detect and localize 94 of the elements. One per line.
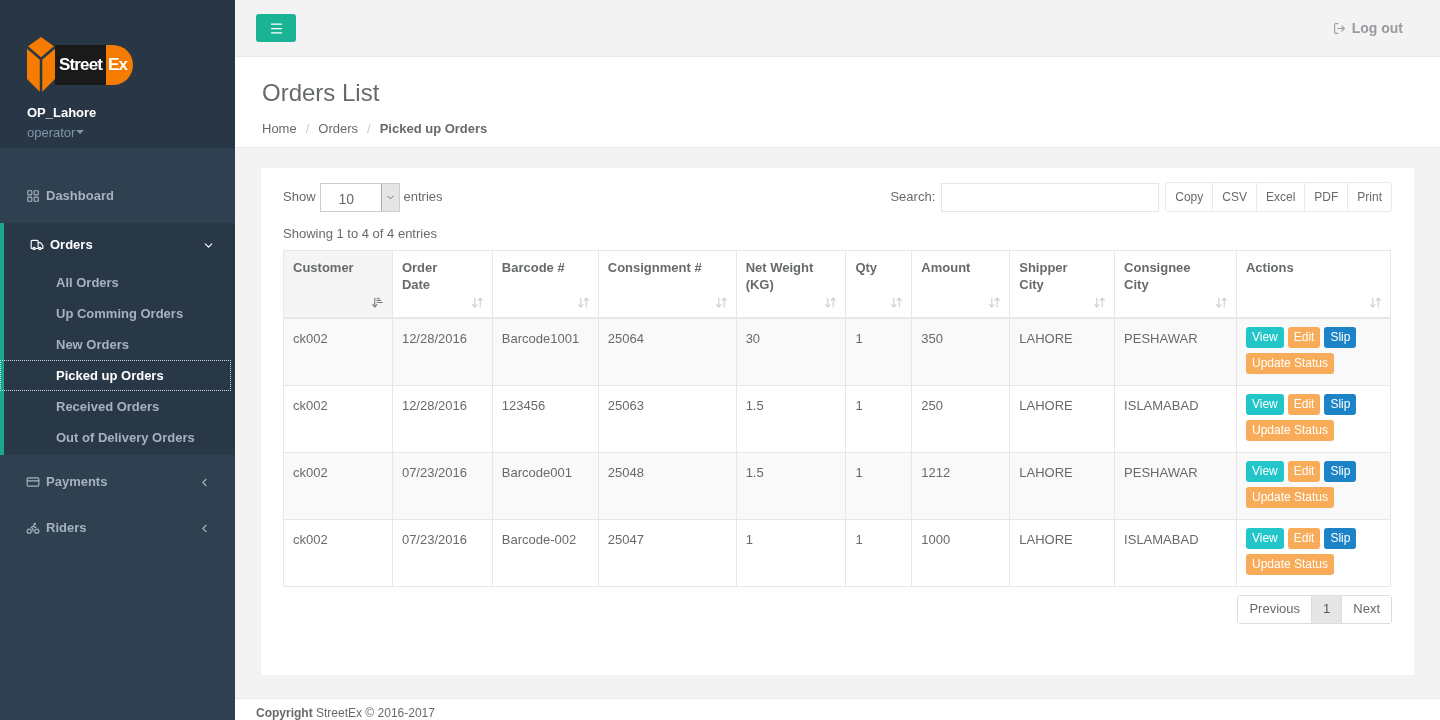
table-cell: 12/28/2016: [392, 385, 493, 452]
action-button[interactable]: Slip: [1324, 327, 1357, 348]
table-cell: LAHORE: [1009, 385, 1115, 452]
sidebar-item[interactable]: Orders: [4, 223, 235, 267]
sort-icon: [714, 296, 728, 309]
sort-icon: [576, 296, 590, 309]
table-cell: ck002: [283, 452, 393, 519]
logo-suffix: Ex: [106, 45, 134, 85]
table-cell: 07/23/2016: [392, 519, 493, 586]
breadcrumb-link[interactable]: Orders: [318, 119, 359, 139]
export-button[interactable]: PDF: [1304, 183, 1348, 211]
logo-text: Street: [55, 45, 107, 85]
breadcrumb-separator: /: [304, 120, 311, 138]
grid-icon: [26, 189, 40, 203]
table-cell: 350: [911, 318, 1010, 385]
table-cell: PESHAWAR: [1114, 318, 1237, 385]
user-role-dropdown[interactable]: operator: [27, 122, 85, 142]
entries-label: entries: [403, 188, 443, 207]
cube-icon: [27, 37, 55, 93]
sort-icon: [1093, 296, 1107, 309]
table-cell: PESHAWAR: [1114, 452, 1237, 519]
breadcrumb-separator: /: [366, 120, 372, 138]
table-cell: 1: [845, 452, 912, 519]
motorbike-icon: [26, 521, 40, 535]
export-button[interactable]: Copy: [1166, 183, 1213, 211]
table-cell: 25064: [598, 318, 737, 385]
pagination-button[interactable]: Next: [1341, 595, 1391, 623]
sidebar-item[interactable]: Riders: [0, 509, 235, 547]
sidebar-subitem[interactable]: Received Orders: [4, 391, 235, 422]
table-cell: LAHORE: [1009, 519, 1115, 586]
search-field[interactable]: [941, 182, 1160, 212]
table-cell: ck002: [283, 318, 393, 385]
export-button[interactable]: CSV: [1212, 183, 1256, 211]
sidebar-subitem[interactable]: All Orders: [4, 267, 235, 298]
logout-icon: [1332, 21, 1346, 35]
sidebar-subitem[interactable]: Picked up Orders: [0, 360, 231, 391]
table-cell: 12/28/2016: [392, 318, 493, 385]
sort-icon: [988, 296, 1002, 309]
table-info: Showing 1 to 4 of 4 entries: [283, 225, 438, 243]
table-cell: 30: [736, 318, 846, 385]
column-header[interactable]: Customer: [283, 250, 393, 318]
search-label: Search:: [890, 188, 936, 207]
table-cell: Barcode001: [492, 452, 599, 519]
table-cell: 1: [845, 519, 912, 586]
pagination-button[interactable]: 1: [1311, 595, 1342, 623]
sidebar-subitem[interactable]: Out of Delivery Orders: [4, 422, 235, 453]
table-cell: 123456: [492, 385, 599, 452]
sidebar-item[interactable]: Payments: [0, 463, 235, 501]
sidebar-item[interactable]: Dashboard: [0, 177, 235, 215]
page-title: Orders List: [262, 78, 381, 108]
table-cell: ISLAMABAD: [1114, 519, 1237, 586]
caret-icon: [76, 130, 85, 135]
menu-button[interactable]: [256, 14, 296, 42]
table-cell: 1: [736, 519, 846, 586]
page-size-select[interactable]: 10: [319, 182, 400, 212]
truck-icon: [30, 238, 44, 252]
table-cell: 1.5: [736, 385, 846, 452]
table-cell: ISLAMABAD: [1114, 385, 1237, 452]
action-button[interactable]: Slip: [1324, 393, 1357, 415]
credit-card-icon: [26, 475, 40, 489]
table-cell: 250: [911, 385, 1010, 452]
copyright-text: Copyright StreetEx © 2016-2017: [256, 706, 435, 720]
table-cell: 1000: [911, 519, 1010, 586]
menu-icon: [268, 20, 284, 36]
table-cell: 1: [845, 385, 912, 452]
sidebar-subitem[interactable]: New Orders: [4, 329, 235, 360]
sort-icon: [1214, 296, 1228, 309]
table-cell: 25047: [598, 519, 737, 586]
breadcrumb-link[interactable]: Home: [262, 119, 297, 139]
sort-icon: [470, 296, 484, 309]
sort-icon: [1369, 296, 1382, 309]
export-button[interactable]: Print: [1347, 183, 1391, 211]
sort-ascending-icon: [370, 296, 384, 309]
show-label: Show: [283, 188, 316, 207]
table-cell: ck002: [283, 385, 393, 452]
sort-icon: [824, 296, 838, 309]
table-cell: Barcode-002: [492, 519, 599, 586]
table-cell: 25063: [598, 385, 737, 452]
action-button[interactable]: Slip: [1324, 527, 1357, 549]
table-cell: Barcode1001: [492, 318, 599, 385]
export-button[interactable]: Excel: [1255, 183, 1305, 211]
table-cell: ck002: [283, 519, 393, 586]
action-button[interactable]: Slip: [1324, 460, 1357, 482]
breadcrumb-link[interactable]: Picked up Orders: [379, 119, 488, 139]
user-name: OP_Lahore: [27, 104, 98, 122]
table-cell: 1.5: [736, 452, 846, 519]
table-cell: 1212: [911, 452, 1010, 519]
table-cell: 1: [845, 318, 912, 385]
table-cell: LAHORE: [1009, 452, 1115, 519]
table-cell: 07/23/2016: [392, 452, 493, 519]
sort-icon: [890, 296, 904, 309]
sidebar-subitem[interactable]: Up Comming Orders: [4, 298, 235, 329]
table-cell: LAHORE: [1009, 318, 1115, 385]
table-cell: 25048: [598, 452, 737, 519]
